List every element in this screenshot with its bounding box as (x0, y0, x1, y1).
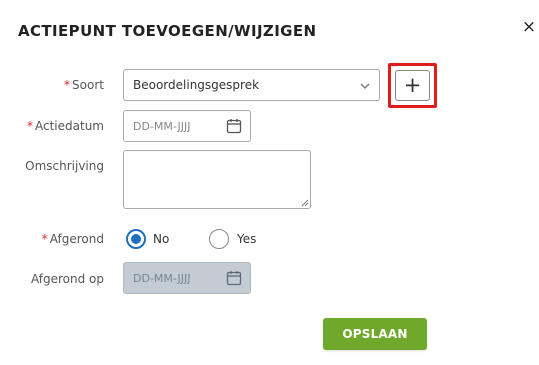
afgerond-option-yes-label[interactable]: Yes (237, 232, 256, 246)
dialog: ACTIEPUNT TOEVOEGEN/WIJZIGEN × * Soort Be… (0, 0, 539, 365)
omschrijving-label: Omschrijving (0, 159, 104, 173)
actiedatum-placeholder: DD-MM-JJJJ (133, 120, 191, 133)
afgerond-radio-no[interactable] (126, 229, 146, 249)
actiedatum-label-text: Actiedatum (35, 119, 104, 133)
afgerond-radio-yes[interactable] (209, 229, 229, 249)
soort-select-value: Beoordelingsgesprek (133, 78, 260, 92)
calendar-icon (226, 271, 242, 286)
radio-selected-dot (131, 234, 141, 244)
omschrijving-textarea[interactable] (123, 150, 311, 209)
dialog-title: ACTIEPUNT TOEVOEGEN/WIJZIGEN (18, 22, 317, 40)
actiedatum-input[interactable]: DD-MM-JJJJ (123, 110, 251, 142)
soort-label: * Soort (0, 78, 104, 92)
afgerond-option-no-label[interactable]: No (153, 232, 169, 246)
required-marker: * (41, 232, 48, 246)
chevron-down-icon (360, 83, 370, 89)
resize-grip-icon[interactable] (301, 199, 309, 207)
afgerond-op-input: DD-MM-JJJJ (123, 262, 251, 294)
actiedatum-label: * Actiedatum (0, 119, 104, 133)
soort-select[interactable]: Beoordelingsgesprek (123, 69, 380, 101)
required-marker: * (27, 119, 33, 133)
save-button[interactable]: OPSLAAN (323, 318, 427, 350)
afgerond-op-placeholder: DD-MM-JJJJ (133, 272, 191, 285)
soort-label-text: Soort (72, 78, 104, 92)
afgerond-op-label-text: Afgerond op (30, 272, 104, 286)
omschrijving-label-text: Omschrijving (25, 159, 104, 173)
afgerond-label: * Afgerond (0, 232, 104, 246)
add-soort-button[interactable]: + (395, 70, 430, 101)
afgerond-label-text: Afgerond (49, 232, 104, 246)
afgerond-op-label: Afgerond op (0, 272, 104, 286)
close-icon[interactable]: × (520, 18, 538, 36)
calendar-icon[interactable] (226, 118, 242, 134)
required-marker: * (64, 78, 71, 92)
